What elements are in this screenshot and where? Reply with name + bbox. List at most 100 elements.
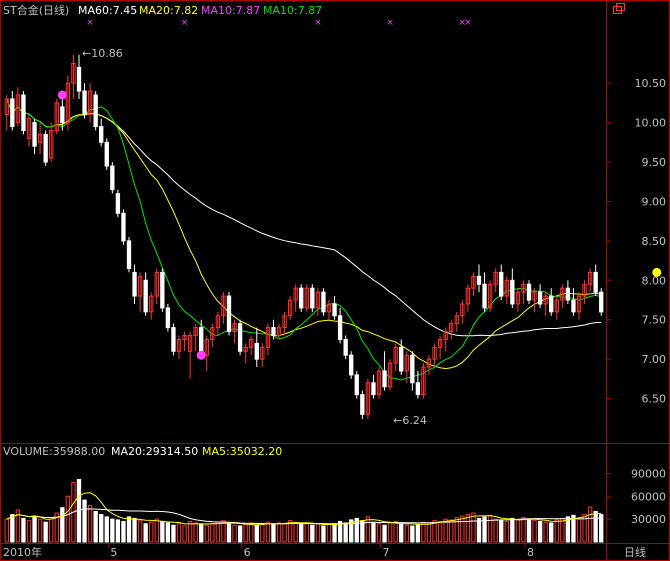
candle-body: [321, 291, 326, 313]
volume-bar: [126, 516, 132, 543]
signal-marker: [57, 90, 67, 100]
volume-bar: [110, 518, 115, 543]
price-annotation: ←10.86: [82, 47, 123, 60]
volume-bar: [271, 523, 276, 543]
volume-bar: [404, 524, 409, 543]
volume-bar: [593, 511, 598, 543]
volume-bar: [87, 504, 93, 543]
volume-bar: [43, 521, 48, 543]
volume-bar: [210, 523, 215, 543]
volume-bar: [32, 515, 37, 543]
volume-bar: [515, 519, 521, 543]
volume-bar: [304, 522, 309, 543]
volume-bar: [549, 522, 554, 543]
volume-bar: [243, 523, 248, 543]
volume-bar: [204, 524, 209, 543]
chart-frame: [0, 0, 670, 561]
volume-bar: [237, 525, 243, 543]
volume-bar: [37, 518, 43, 543]
volume-bar: [476, 517, 482, 543]
volume-bar: [499, 520, 504, 543]
signal-cross-marker: ×: [181, 18, 189, 28]
volume-bar: [160, 520, 165, 543]
volume-bar: [249, 522, 254, 543]
candle-body: [143, 279, 148, 313]
candle-body: [360, 394, 365, 415]
candle-body: [126, 240, 132, 269]
volume-bar: [465, 514, 471, 543]
volume-bar: [10, 514, 15, 543]
candle-body: [165, 307, 171, 329]
candle-body: [237, 323, 243, 352]
price-tick-label: 10.50: [635, 77, 667, 90]
volume-bar: [215, 521, 221, 543]
volume-bar: [104, 516, 109, 543]
volume-bar: [182, 525, 187, 543]
period-tab[interactable]: 日线: [624, 545, 646, 559]
candle-body: [271, 327, 276, 337]
candle-body: [21, 94, 26, 132]
volume-bar: [60, 507, 65, 543]
volume-bar: [199, 523, 204, 543]
candle-body: [499, 271, 504, 297]
volume-bar: [321, 525, 326, 543]
volume-bar: [99, 514, 104, 543]
volume-ma20-label: MA20:29314.50: [111, 445, 198, 458]
ma10-magenta-label: MA10:7.87: [201, 4, 260, 17]
volume-bar: [232, 524, 237, 543]
volume-bar: [393, 520, 398, 543]
volume-tick-label: 60000: [631, 490, 666, 503]
candle-body: [76, 66, 82, 92]
candle-body: [60, 106, 65, 124]
volume-bar: [154, 518, 159, 543]
window-restore-icon[interactable]: [613, 3, 625, 14]
candle-body: [526, 283, 532, 301]
volume-tick-label: 30000: [631, 513, 666, 526]
volume-bar: [265, 521, 271, 543]
volume-bar: [332, 523, 337, 543]
candle-body: [337, 315, 343, 340]
volume-bar: [226, 523, 232, 543]
volume-bar: [437, 520, 443, 543]
candle-body: [32, 122, 37, 147]
candle-body: [254, 342, 259, 360]
candle-body: [110, 165, 115, 191]
volume-bar: [360, 520, 365, 543]
volume-ma5-label: MA5:35032.20: [202, 445, 282, 458]
volume-bar: [460, 515, 465, 543]
volume-bar: [587, 506, 593, 543]
volume-bar: [526, 518, 532, 543]
volume-bar: [293, 521, 298, 543]
volume-bar: [254, 524, 259, 543]
candle-body: [354, 374, 359, 396]
candle-body: [171, 327, 176, 352]
candle-body: [93, 94, 98, 128]
signal-cross-marker: ×: [464, 18, 472, 28]
volume-bar: [187, 520, 193, 543]
candle-body: [382, 370, 387, 388]
candle-body: [332, 303, 337, 317]
candle-body: [104, 141, 109, 167]
candle-body: [349, 354, 354, 376]
price-axis: 6.50 7.00 7.50 8.00 8.50 9.00 9.50 10.00 10.50: [606, 77, 667, 406]
volume-bar: [26, 520, 32, 543]
candle-body: [482, 283, 487, 309]
signal-cross-marker: ×: [386, 18, 394, 28]
stock-chart[interactable]: ST合金(日线) MA60:7.45 MA20:7.82 MA10:7.87 M…: [0, 0, 670, 561]
volume-bar: [315, 523, 321, 543]
candle-body: [160, 271, 165, 309]
candle-body: [599, 291, 604, 313]
price-annotation: ←6.24: [393, 414, 427, 427]
volume-bar: [282, 523, 287, 543]
volume-bar: [93, 511, 98, 543]
volume-bar: [4, 518, 9, 543]
candle-body: [121, 212, 126, 242]
candle-body: [565, 287, 571, 301]
volume-series: [4, 479, 604, 543]
candle-body: [310, 287, 315, 309]
date-tick-label: 8: [527, 546, 534, 559]
volume-bar: [504, 520, 509, 543]
volume-bar: [576, 518, 582, 543]
volume-bar: [276, 522, 282, 543]
volume-bar: [371, 521, 376, 543]
